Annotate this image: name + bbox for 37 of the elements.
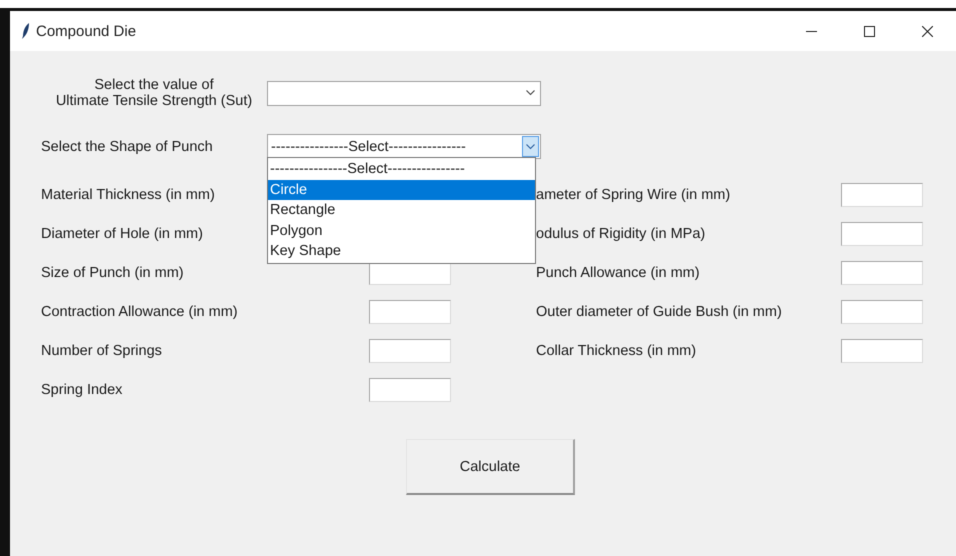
chevron-icon	[526, 144, 535, 150]
chevron-icon	[526, 90, 535, 96]
maximize-icon	[864, 26, 874, 36]
input-field[interactable]	[369, 300, 451, 324]
calculate-button[interactable]: Calculate	[406, 439, 575, 495]
field-label: Size of Punch (in mm)	[41, 264, 184, 280]
field-label: Material Thickness (in mm)	[41, 186, 215, 202]
field-label: Diameter of Hole (in mm)	[41, 226, 203, 242]
input-field[interactable]	[369, 338, 451, 362]
dropdown-option[interactable]: Polygon	[268, 220, 535, 241]
dropdown[interactable]	[267, 80, 541, 106]
input-field[interactable]	[369, 378, 451, 402]
dropdown-option[interactable]: Rectangle	[268, 200, 535, 220]
input-field[interactable]	[841, 300, 923, 324]
feather-icon	[22, 23, 30, 39]
field-label: ameter of Spring Wire (in mm)	[536, 186, 730, 202]
field-label: Number of Springs	[41, 342, 162, 358]
field-label: Select the value of Ultimate Tensile Strength (Sut)	[56, 77, 252, 109]
field-label: Select the Shape of Punch	[41, 138, 213, 154]
dropdown-option[interactable]: Circle	[268, 180, 535, 200]
dropdown[interactable]: ----------------Select----------------	[267, 134, 541, 159]
input-field[interactable]	[841, 182, 923, 206]
window-title: Compound Die	[36, 22, 136, 40]
dropdown-option[interactable]: ----------------Select----------------	[268, 159, 535, 180]
close-icon	[922, 26, 932, 36]
field-label: Punch Allowance (in mm)	[536, 264, 700, 280]
field-label: odulus of Rigidity (in MPa)	[536, 226, 706, 242]
field-label: Collar Thickness (in mm)	[536, 342, 696, 358]
input-field[interactable]	[841, 222, 923, 246]
dropdown-button[interactable]	[522, 136, 539, 157]
input-field[interactable]	[841, 338, 923, 362]
field-label: Contraction Allowance (in mm)	[41, 304, 238, 320]
input-field[interactable]	[841, 260, 923, 284]
field-label: Outer diameter of Guide Bush (in mm)	[536, 304, 782, 320]
field-label: Spring Index	[41, 382, 122, 398]
dropdown-option[interactable]: Key Shape	[268, 241, 535, 262]
minimize-icon	[806, 30, 816, 32]
